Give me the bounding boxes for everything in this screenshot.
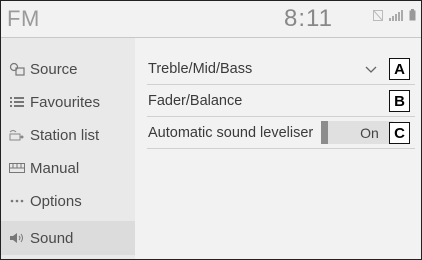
row-label: Treble/Mid/Bass (148, 61, 253, 77)
sidebar-item-manual[interactable]: Manual (1, 151, 135, 185)
settings-panel: Treble/Mid/Bass Fader/Balance Automatic … (137, 38, 421, 259)
row-label: Automatic sound leveliser (148, 125, 314, 141)
sidebar-item-label: Station list (30, 126, 100, 144)
sidebar-item-favourites[interactable]: Favourites (1, 85, 135, 119)
ellipsis-icon (9, 194, 25, 208)
status-icons (373, 9, 421, 26)
sidebar: Source Favourites Station list Manual Op… (1, 38, 135, 259)
signal-strength-icon (389, 8, 403, 26)
no-signal-icon (373, 8, 383, 26)
treble-mid-bass-row[interactable]: Treble/Mid/Bass (147, 54, 415, 85)
leveliser-toggle[interactable]: On (321, 121, 393, 144)
battery-icon (409, 8, 416, 26)
sidebar-item-label: Sound (30, 229, 74, 247)
screen-frame: FM 8:11 Source Favourites Station list M… (0, 0, 422, 260)
toggle-indicator (321, 121, 328, 144)
callout-c: C (389, 122, 410, 144)
sidebar-item-label: Manual (30, 159, 80, 177)
sidebar-item-label: Source (30, 60, 78, 78)
sidebar-item-label: Favourites (30, 93, 101, 111)
automatic-sound-leveliser-row[interactable]: Automatic sound leveliser On (147, 118, 415, 149)
clock: 8:11 (284, 5, 333, 32)
station-list-icon (9, 128, 25, 142)
sidebar-item-options[interactable]: Options (1, 184, 135, 218)
sidebar-item-label: Options (30, 192, 82, 210)
source-icon (9, 62, 25, 76)
row-label: Fader/Balance (148, 93, 243, 109)
manual-icon (9, 161, 25, 175)
sidebar-item-station-list[interactable]: Station list (1, 118, 135, 152)
speaker-icon (9, 231, 25, 245)
sidebar-item-sound[interactable]: Sound (1, 221, 135, 255)
fader-balance-row[interactable]: Fader/Balance (147, 86, 415, 117)
chevron-down-icon[interactable] (365, 62, 377, 78)
callout-a: A (389, 58, 410, 80)
list-icon (9, 95, 25, 109)
header-bar: FM 8:11 (1, 1, 421, 38)
page-title: FM (7, 6, 40, 31)
toggle-state: On (360, 124, 379, 141)
sidebar-item-source[interactable]: Source (1, 52, 135, 86)
callout-b: B (389, 90, 410, 112)
